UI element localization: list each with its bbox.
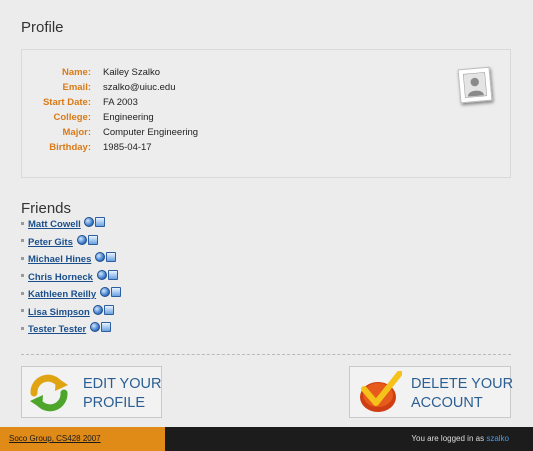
- friend-link[interactable]: Chris Horneck: [28, 272, 93, 283]
- document-icon[interactable]: [107, 269, 118, 280]
- field-label: Start Date:: [42, 97, 91, 108]
- login-status-text: You are logged in as: [411, 434, 485, 443]
- profile-card: Name: Kailey Szalko Email: szalko@uiuc.e…: [21, 49, 511, 178]
- field-row-email: Email: szalko@uiuc.edu: [22, 82, 422, 96]
- bullet: [21, 221, 24, 225]
- document-icon[interactable]: [104, 304, 115, 315]
- field-value: FA 2003: [103, 97, 138, 108]
- friend-link[interactable]: Peter Gits: [28, 237, 73, 248]
- delete-button-line1: DELETE YOUR: [411, 376, 514, 392]
- user-silhouette-icon: [462, 72, 488, 98]
- document-icon[interactable]: [95, 217, 106, 227]
- friend-link[interactable]: Kathleen Reilly: [28, 289, 96, 300]
- bullet: [21, 256, 24, 260]
- field-label: Major:: [62, 127, 92, 138]
- friend-item: Kathleen Reilly: [21, 287, 121, 307]
- friend-item: Matt Cowell: [21, 217, 121, 237]
- field-label: College:: [53, 112, 91, 123]
- document-icon[interactable]: [110, 287, 121, 297]
- field-label: Name:: [61, 67, 91, 78]
- globe-icon[interactable]: [95, 252, 105, 262]
- field-row-college: College: Engineering: [22, 112, 422, 126]
- document-icon[interactable]: [106, 252, 116, 262]
- field-label: Email:: [62, 82, 91, 93]
- edit-button-line2: PROFILE: [83, 395, 146, 411]
- globe-icon[interactable]: [96, 269, 107, 280]
- field-row-start-date: Start Date: FA 2003: [22, 97, 422, 111]
- profile-heading: Profile: [21, 19, 64, 36]
- checkmark-icon: [360, 371, 402, 412]
- edit-profile-button[interactable]: EDIT YOUR PROFILE: [21, 366, 162, 418]
- friend-link[interactable]: Michael Hines: [28, 254, 91, 265]
- username-link[interactable]: szalko: [486, 434, 509, 443]
- bullet: [21, 291, 24, 295]
- field-row-major: Major: Computer Engineering: [22, 127, 422, 141]
- bullet: [21, 309, 24, 313]
- footer-credit-link[interactable]: Soco Group, CS428 2007: [9, 434, 101, 443]
- bullet: [21, 274, 24, 278]
- bullet: [21, 239, 24, 243]
- globe-icon[interactable]: [99, 287, 110, 297]
- bullet: [21, 326, 24, 330]
- field-value: Computer Engineering: [103, 127, 199, 138]
- field-value: Kailey Szalko: [103, 67, 161, 78]
- edit-button-line1: EDIT YOUR: [83, 376, 162, 392]
- friend-link[interactable]: Matt Cowell: [28, 219, 81, 230]
- divider: [21, 354, 511, 355]
- globe-icon[interactable]: [76, 234, 87, 245]
- field-row-birthday: Birthday: 1985-04-17: [22, 142, 422, 156]
- document-icon[interactable]: [100, 322, 111, 332]
- footer-credit-bar: Soco Group, CS428 2007: [0, 427, 165, 451]
- delete-account-button[interactable]: DELETE YOUR ACCOUNT: [349, 366, 514, 418]
- field-value: szalko@uiuc.edu: [103, 82, 176, 93]
- delete-button-line2: ACCOUNT: [411, 395, 483, 411]
- globe-icon[interactable]: [93, 304, 104, 315]
- globe-icon[interactable]: [84, 217, 95, 227]
- field-label: Birthday:: [49, 142, 91, 153]
- globe-icon[interactable]: [89, 322, 100, 332]
- avatar: [457, 66, 493, 104]
- refresh-arrows-icon: [30, 374, 68, 412]
- login-status: You are logged in as szalko: [411, 434, 509, 443]
- friend-item: Tester Tester: [21, 322, 121, 342]
- friend-list: Matt Cowell Peter Gits Michael Hines Chr…: [21, 217, 121, 342]
- field-value: 1985-04-17: [103, 142, 152, 153]
- document-icon[interactable]: [87, 234, 98, 245]
- friends-heading: Friends: [21, 200, 72, 217]
- footer: Soco Group, CS428 2007 You are logged in…: [0, 427, 533, 451]
- field-value: Engineering: [103, 112, 154, 123]
- friend-link[interactable]: Lisa Simpson: [28, 307, 90, 318]
- field-row-name: Name: Kailey Szalko: [22, 67, 422, 81]
- friend-link[interactable]: Tester Tester: [28, 324, 86, 335]
- friend-item: Michael Hines: [21, 252, 121, 272]
